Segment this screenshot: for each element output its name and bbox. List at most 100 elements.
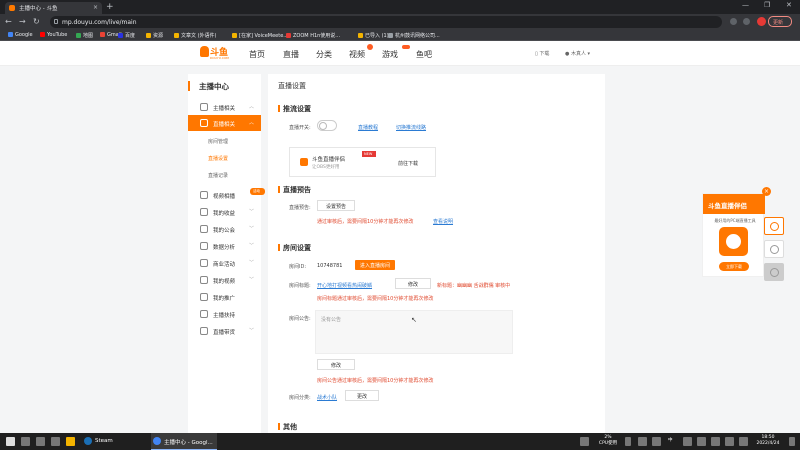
mail-icon[interactable] <box>725 437 734 446</box>
maximize-icon[interactable]: ❐ <box>764 1 770 9</box>
bookmark-item[interactable]: 百度 <box>118 32 135 39</box>
sidebar-item-guild[interactable]: 我的公会 ﹀ <box>188 221 261 237</box>
sidebar-icon[interactable] <box>743 18 750 25</box>
ime-indicator[interactable]: 中 <box>668 438 673 444</box>
room-category-value[interactable]: 战术小队 <box>317 394 337 401</box>
file-explorer-icon[interactable] <box>66 437 75 446</box>
download-link[interactable]: ▯ 下载 <box>535 50 549 57</box>
float-ad-close-icon[interactable]: × <box>762 187 771 196</box>
back-to-top-button[interactable] <box>764 263 784 281</box>
bookmark-label: 百度 <box>125 32 136 39</box>
set-notice-button[interactable]: 设置预告 <box>317 200 355 211</box>
bookmark-item[interactable]: 地图 <box>76 32 93 39</box>
notice-warning: 通过审核后，需要间隔10分钟才能再次修改 <box>317 219 414 225</box>
live-tutorial-link[interactable]: 直播教程 <box>358 124 378 131</box>
sidebar-sub-live-settings[interactable]: 直播设置 <box>208 155 228 162</box>
cpu-indicator: 2% CPU使用 <box>597 435 619 447</box>
sidebar-item-label: 我的收益 <box>213 211 236 217</box>
bookmark-item[interactable]: ZOOM H1n使用说... <box>286 32 340 39</box>
nav-home[interactable]: 首页 <box>249 49 265 60</box>
bookmark-favicon-icon <box>388 32 393 38</box>
task-label: 主播中心 - Googl... <box>164 440 213 446</box>
notification-icon[interactable] <box>789 437 795 446</box>
extension-icon[interactable] <box>730 18 737 25</box>
task-view-icon[interactable] <box>36 437 45 446</box>
sidebar-item-label: 我的公会 <box>213 228 236 234</box>
user-menu[interactable]: ● 木真人 ▾ <box>565 50 590 57</box>
close-window-icon[interactable]: ✕ <box>786 1 792 9</box>
network-icon[interactable] <box>638 437 647 446</box>
sidebar-item-anchor[interactable]: 主播相关 ︿ <box>188 99 261 115</box>
sidebar-item-my-videos[interactable]: 我的视频 ﹀ <box>188 272 261 288</box>
nav-live[interactable]: 直播 <box>283 49 299 60</box>
start-icon[interactable] <box>6 437 15 446</box>
sidebar-sub-live-records[interactable]: 直播记录 <box>208 172 228 179</box>
address-bar[interactable]: mp.douyu.com/live/main <box>50 16 722 28</box>
bookmark-favicon-icon <box>100 31 105 37</box>
sidebar-sub-room-manage[interactable]: 房间管理 <box>208 138 228 145</box>
cloud-icon[interactable] <box>683 437 692 446</box>
close-tab-icon[interactable]: × <box>93 4 98 11</box>
bookmark-item[interactable]: 资源 <box>146 32 163 39</box>
sidebar-item-support[interactable]: 主播扶持 <box>188 306 261 322</box>
douyu-logo[interactable]: 斗鱼 DOUYU.COM <box>200 45 229 62</box>
minimize-icon[interactable]: — <box>742 1 749 9</box>
float-ad-download-button[interactable]: 立即下载 <box>719 262 749 271</box>
bookmark-item[interactable]: 文章文 (外语件) <box>174 32 217 39</box>
bookmark-favicon-icon <box>358 32 363 38</box>
view-instructions-link[interactable]: 查看说明 <box>433 218 453 225</box>
app-tray-icon[interactable] <box>739 437 748 446</box>
new-tab-button[interactable]: + <box>106 2 114 12</box>
bookmark-item[interactable]: Google <box>8 31 33 38</box>
nav-category[interactable]: 分类 <box>316 49 332 60</box>
app-icon[interactable] <box>51 437 60 446</box>
live-switch-toggle[interactable] <box>317 120 337 131</box>
room-title-value[interactable]: 开心地打视频看热闹破鳞 <box>317 282 372 289</box>
douyu-app-icon <box>719 227 748 256</box>
switch-line-link[interactable]: 切换推流线路 <box>396 124 426 131</box>
companion-float-ad[interactable]: 斗鱼直播伴侣 最好用的PC端直播工具 立即下载 <box>702 193 765 277</box>
companion-promo-card: 斗鱼直播伴侣 NEW 让OBS更好用 前往下载 <box>289 147 436 177</box>
speaker-icon[interactable] <box>652 437 661 446</box>
promo-download-button[interactable]: 前往下载 <box>398 160 418 167</box>
taskbar-steam[interactable]: Steam <box>82 433 148 450</box>
sidebar-item-live[interactable]: 直播相关 ︿ <box>188 115 261 131</box>
browser-tab[interactable]: 主播中心 - 斗鱼 × <box>5 2 102 14</box>
home-side-button[interactable] <box>764 240 784 258</box>
nav-game[interactable]: 游戏 <box>382 49 398 60</box>
sidebar-item-label: 主播扶持 <box>213 313 236 319</box>
sidebar-item-label: 视频相播 <box>213 194 236 200</box>
search-icon[interactable] <box>21 437 30 446</box>
sidebar-item-income[interactable]: 我的收益 ﹀ <box>188 204 261 220</box>
bookmark-item[interactable]: [在家] VoiceMeete... <box>232 32 288 39</box>
browser-tab-strip: 主播中心 - 斗鱼 × + — ❐ ✕ <box>0 0 800 14</box>
video-icon <box>200 191 208 199</box>
bookmark-item[interactable]: 杭州鼓讯网络公司... <box>388 32 440 39</box>
room-id-value: 10748781 <box>317 263 343 269</box>
nav-yuba[interactable]: 鱼吧 <box>416 49 432 60</box>
edit-notice-button[interactable]: 修改 <box>317 359 355 370</box>
bookmark-label: 已导入 (1) <box>365 32 389 39</box>
update-button[interactable]: 更新 <box>768 16 792 27</box>
reload-icon[interactable]: ↻ <box>33 17 40 26</box>
enter-room-button[interactable]: 进入直播房间 <box>355 260 395 270</box>
sidebar-item-commerce[interactable]: 直播带货 ﹀ <box>188 323 261 339</box>
sidebar-item-analytics[interactable]: 数据分析 ﹀ <box>188 238 261 254</box>
clock[interactable]: 18:50 2022/4/24 <box>753 435 783 447</box>
chevron-up-icon[interactable] <box>625 437 631 446</box>
play-side-button[interactable] <box>764 217 784 235</box>
tray-icon[interactable] <box>580 437 589 446</box>
bookmark-item[interactable]: 已导入 (1) <box>358 32 389 39</box>
edit-title-button[interactable]: 修改 <box>395 278 431 289</box>
sidebar-item-promotion[interactable]: 我的推广 <box>188 289 261 305</box>
profile-avatar[interactable] <box>757 17 766 26</box>
change-category-button[interactable]: 更改 <box>345 390 379 401</box>
bluetooth-icon[interactable] <box>711 437 720 446</box>
sidebar-item-business[interactable]: 商业活动 ﹀ <box>188 255 261 271</box>
taskbar-chrome[interactable]: 主播中心 - Googl... <box>151 433 217 450</box>
forward-icon[interactable]: → <box>19 17 26 26</box>
nav-video[interactable]: 视频 <box>349 49 365 60</box>
sync-icon[interactable] <box>697 437 706 446</box>
back-icon[interactable]: ← <box>5 17 12 26</box>
bookmark-item[interactable]: YouTube <box>40 31 67 38</box>
